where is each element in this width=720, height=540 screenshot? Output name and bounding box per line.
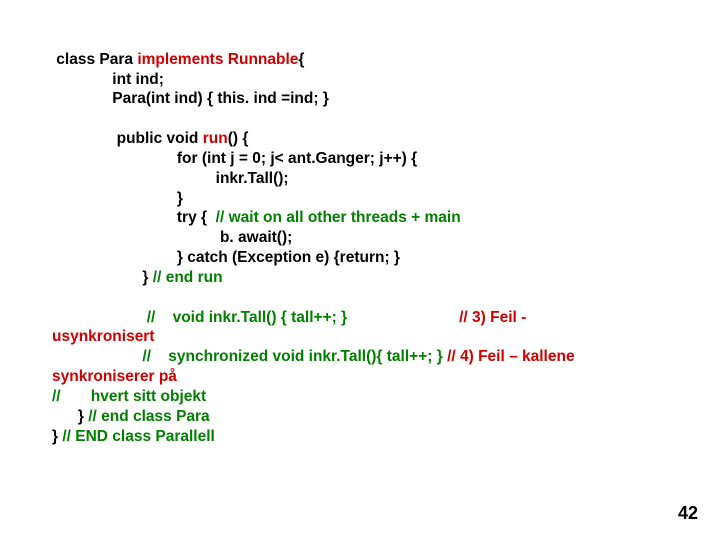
keyword-implements: implements <box>137 51 223 68</box>
comment: // synchronized void inkr.Tall(){ tall++… <box>52 348 447 365</box>
comment-red: // 4) Feil – kallene <box>447 348 575 365</box>
text: inkr.Tall(); <box>52 170 289 187</box>
comment-red: synkroniserer på <box>52 368 177 385</box>
text: int ind; <box>52 71 164 88</box>
method-run: run <box>203 130 228 147</box>
text: for (int j = 0; j< ant.Ganger; j++) { <box>52 150 417 167</box>
text: } <box>52 269 153 286</box>
text: Para(int ind) { this. ind =ind; } <box>52 90 329 107</box>
comment: // END class Parallell <box>62 428 215 445</box>
comment-red: // 3) Feil - <box>459 309 526 326</box>
page-number: 42 <box>678 503 698 524</box>
text: } catch (Exception e) {return; } <box>52 249 400 266</box>
comment: // end run <box>153 269 223 286</box>
text: b. await(); <box>52 229 292 246</box>
code-block: class Para implements Runnable{ int ind;… <box>52 30 660 446</box>
text: () { <box>228 130 249 147</box>
comment: // void inkr.Tall() { tall++; } <box>52 309 459 326</box>
text: } <box>52 408 88 425</box>
comment: // end class Para <box>88 408 210 425</box>
comment: // hvert sitt objekt <box>52 388 206 405</box>
slide: class Para implements Runnable{ int ind;… <box>0 0 720 540</box>
text: } <box>52 190 183 207</box>
text: public void <box>52 130 203 147</box>
text: try { <box>52 209 211 226</box>
text: } <box>52 428 62 445</box>
comment-red: usynkronisert <box>52 328 155 345</box>
type-runnable: Runnable <box>228 51 299 68</box>
text: { <box>298 51 304 68</box>
comment: // wait on all other threads + main <box>211 209 460 226</box>
text: class Para <box>52 51 137 68</box>
